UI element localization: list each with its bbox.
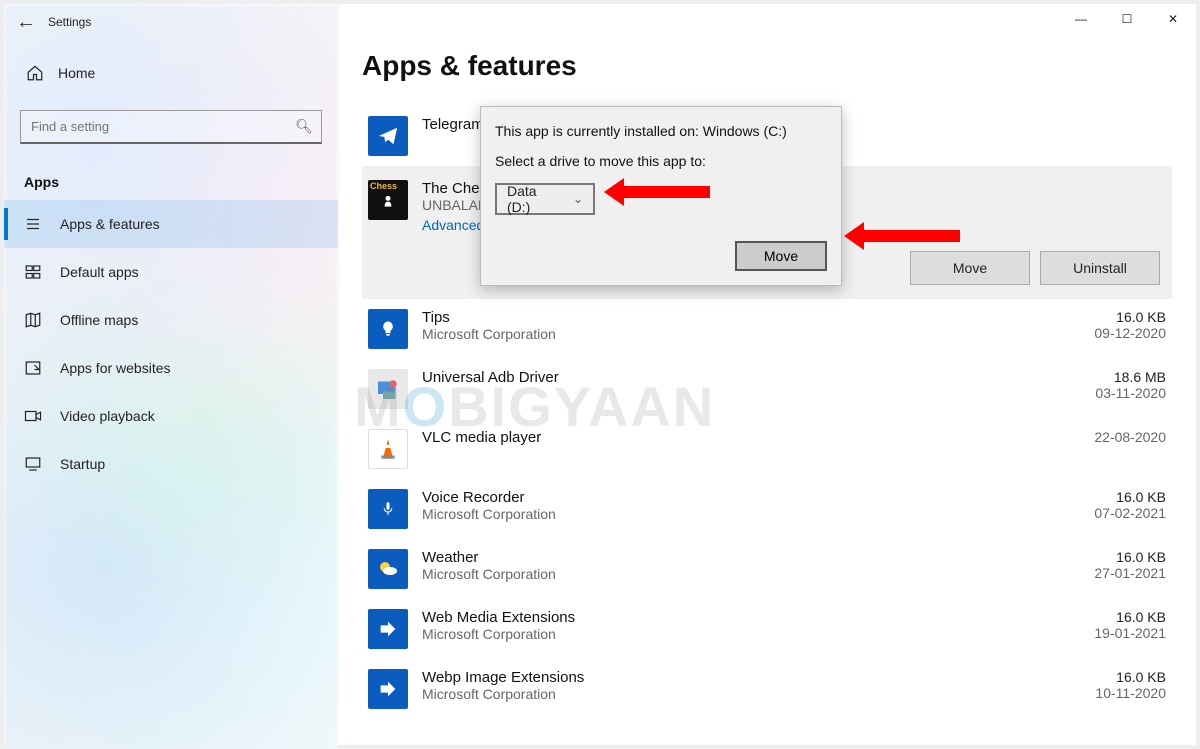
app-size: 16.0 KB: [1016, 489, 1166, 505]
video-icon: [24, 407, 42, 425]
app-name: Weather: [422, 549, 1016, 566]
app-name: VLC media player: [422, 429, 1016, 446]
move-button[interactable]: Move: [910, 251, 1030, 285]
drive-select-value: Data (D:): [507, 183, 563, 215]
app-row-web-media[interactable]: Web Media Extensions Microsoft Corporati…: [362, 599, 1172, 659]
app-size: 18.6 MB: [1016, 369, 1166, 385]
search-box[interactable]: 🔍︎: [20, 110, 322, 144]
app-publisher: Microsoft Corporation: [422, 686, 1016, 702]
app-date: 09-12-2020: [1016, 325, 1166, 341]
sidebar-item-apps-features[interactable]: Apps & features: [4, 200, 338, 248]
chess-icon: Chess: [368, 180, 408, 220]
app-row-tips[interactable]: Tips Microsoft Corporation 16.0 KB 09-12…: [362, 299, 1172, 359]
websites-icon: [24, 359, 42, 377]
app-publisher: Microsoft Corporation: [422, 506, 1016, 522]
dialog-line-select-drive: Select a drive to move this app to:: [495, 153, 827, 169]
search-icon: 🔍︎: [287, 118, 321, 135]
startup-icon: [24, 455, 42, 473]
uninstall-button[interactable]: Uninstall: [1040, 251, 1160, 285]
app-name: Voice Recorder: [422, 489, 1016, 506]
app-row-adb[interactable]: Universal Adb Driver 18.6 MB 03-11-2020: [362, 359, 1172, 419]
sidebar-item-label: Offline maps: [60, 312, 138, 328]
home-nav[interactable]: Home: [4, 54, 338, 92]
webmedia-icon: [368, 609, 408, 649]
sidebar-item-label: Video playback: [60, 408, 155, 424]
adb-icon: [368, 369, 408, 409]
sidebar-item-label: Apps for websites: [60, 360, 171, 376]
app-name: Web Media Extensions: [422, 609, 1016, 626]
window-title: Settings: [48, 15, 91, 29]
telegram-icon: [368, 116, 408, 156]
app-row-voice-recorder[interactable]: Voice Recorder Microsoft Corporation 16.…: [362, 479, 1172, 539]
app-date: 27-01-2021: [1016, 565, 1166, 581]
sidebar-group-label: Apps: [4, 168, 338, 200]
dialog-move-button[interactable]: Move: [735, 241, 827, 271]
app-date: 07-02-2021: [1016, 505, 1166, 521]
app-date: 19-01-2021: [1016, 625, 1166, 641]
annotation-arrow-move: [844, 226, 960, 246]
weather-icon: [368, 549, 408, 589]
app-size: 16.0 KB: [1016, 669, 1166, 685]
app-name: Tips: [422, 309, 1016, 326]
default-icon: [24, 263, 42, 281]
list-icon: [24, 215, 42, 233]
webp-icon: [368, 669, 408, 709]
tips-icon: [368, 309, 408, 349]
app-row-weather[interactable]: Weather Microsoft Corporation 16.0 KB 27…: [362, 539, 1172, 599]
drive-select[interactable]: Data (D:) ⌄: [495, 183, 595, 215]
chevron-down-icon: ⌄: [573, 192, 583, 206]
sidebar-item-label: Startup: [60, 456, 105, 472]
app-publisher: Microsoft Corporation: [422, 626, 1016, 642]
annotation-arrow-select: [604, 182, 710, 202]
dialog-line-current-drive: This app is currently installed on: Wind…: [495, 123, 827, 139]
home-icon: [26, 64, 44, 82]
sidebar-item-video-playback[interactable]: Video playback: [4, 392, 338, 440]
home-label: Home: [58, 65, 95, 81]
back-button[interactable]: ←: [4, 4, 48, 40]
app-size: 16.0 KB: [1016, 549, 1166, 565]
sidebar-item-label: Apps & features: [60, 216, 160, 232]
vlc-icon: [368, 429, 408, 469]
map-icon: [24, 311, 42, 329]
search-input[interactable]: [21, 119, 287, 134]
app-row-webp[interactable]: Webp Image Extensions Microsoft Corporat…: [362, 659, 1172, 719]
app-date: 22-08-2020: [1016, 429, 1166, 445]
page-title: Apps & features: [362, 50, 1172, 82]
app-publisher: Microsoft Corporation: [422, 326, 1016, 342]
app-publisher: Microsoft Corporation: [422, 566, 1016, 582]
app-date: 10-11-2020: [1016, 685, 1166, 701]
sidebar-item-label: Default apps: [60, 264, 139, 280]
app-name: Webp Image Extensions: [422, 669, 1016, 686]
app-row-vlc[interactable]: VLC media player 22-08-2020: [362, 419, 1172, 479]
sidebar-item-startup[interactable]: Startup: [4, 440, 338, 488]
sidebar-item-default-apps[interactable]: Default apps: [4, 248, 338, 296]
sidebar-item-apps-for-websites[interactable]: Apps for websites: [4, 344, 338, 392]
sidebar-item-offline-maps[interactable]: Offline maps: [4, 296, 338, 344]
app-date: 03-11-2020: [1016, 385, 1166, 401]
app-size: 16.0 KB: [1016, 609, 1166, 625]
app-name: Universal Adb Driver: [422, 369, 1016, 386]
voice-icon: [368, 489, 408, 529]
app-size: 16.0 KB: [1016, 309, 1166, 325]
